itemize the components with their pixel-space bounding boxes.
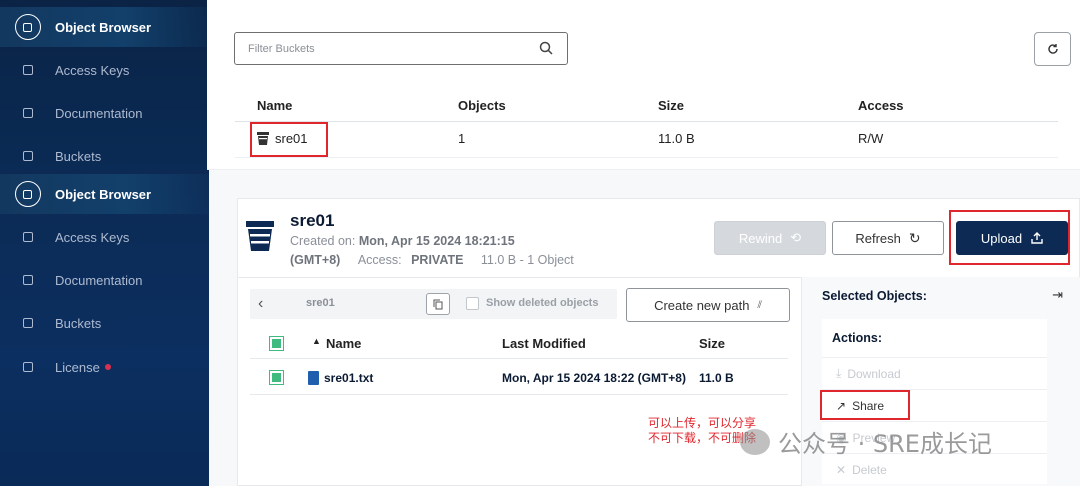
access-label: Access: (357, 253, 402, 267)
column-objects[interactable]: Objects (458, 98, 506, 113)
row-checkbox[interactable] (269, 370, 284, 385)
created-label: Created on: (290, 234, 356, 248)
buckets-icon (22, 151, 33, 161)
nav-documentation[interactable]: Documentation (0, 260, 209, 300)
copy-icon (433, 299, 443, 309)
nav-label: Buckets (55, 315, 102, 331)
created-value: Mon, Apr 15 2024 18:21:15 (358, 234, 515, 248)
column-name[interactable]: Name (326, 336, 361, 351)
license-icon (22, 362, 33, 372)
buckets-table-header: Name Objects Size Access (235, 89, 1058, 122)
column-name[interactable]: Name (257, 98, 292, 113)
bucket-icon (246, 221, 274, 251)
nav-license[interactable]: License (0, 347, 209, 387)
create-new-path-button[interactable]: Create new path ⫽ (626, 288, 790, 322)
bucket-access: R/W (858, 131, 884, 146)
bucket-objects: 1 (458, 131, 466, 146)
documentation-icon (22, 108, 33, 118)
screenshot-root: Object Browser Access Keys Documentation… (0, 0, 1080, 486)
access-keys-icon (22, 232, 33, 242)
column-access[interactable]: Access (858, 98, 904, 113)
sidebar-bottom: Object Browser Access Keys Documentation… (0, 170, 209, 486)
nav-label: Access Keys (55, 62, 130, 78)
column-size[interactable]: Size (699, 336, 725, 351)
back-arrow-icon[interactable]: ‹ (258, 295, 263, 313)
nav-access-keys[interactable]: Access Keys (0, 50, 207, 90)
delete-icon: ✕ (836, 462, 847, 477)
nav-buckets[interactable]: Buckets (0, 136, 207, 170)
object-browser-icon (14, 14, 41, 40)
wechat-icon (740, 428, 770, 455)
nav-label: Object Browser (55, 19, 152, 35)
highlight-box (820, 390, 910, 420)
column-last-modified[interactable]: Last Modified (502, 336, 586, 351)
path-segment[interactable]: sre01 (306, 297, 335, 309)
bucket-title: sre01 (290, 211, 335, 230)
bucket-size: 11.0 B (658, 131, 695, 146)
bucket-summary: 11.0 B - 1 Object (480, 253, 574, 267)
nav-label: Access Keys (55, 229, 130, 245)
selected-objects-title: Selected Objects: (822, 289, 927, 303)
objects-table-header: ▲ Name Last Modified Size (250, 329, 788, 359)
search-icon (539, 41, 553, 55)
sidebar-top: Object Browser Access Keys Documentation… (0, 0, 207, 170)
actions-title: Actions: (832, 331, 882, 345)
new-path-icon: ⫽ (757, 299, 762, 311)
collapse-panel-icon[interactable]: ⇥ (1052, 287, 1063, 303)
file-modified: Mon, Apr 15 2024 18:22 (GMT+8) (502, 371, 686, 385)
bucket-created: Created on: Mon, Apr 15 2024 18:21:15 (290, 234, 515, 248)
nav-access-keys[interactable]: Access Keys (0, 217, 209, 257)
filter-buckets-input[interactable]: Filter Buckets (234, 32, 568, 65)
buckets-table: Name Objects Size Access sre01 1 11.0 B … (235, 89, 1058, 158)
nav-buckets[interactable]: Buckets (0, 303, 209, 343)
timezone: (GMT+8) (290, 253, 341, 267)
file-name: sre01.txt (324, 371, 374, 385)
filter-placeholder: Filter Buckets (248, 42, 315, 55)
rewind-button[interactable]: Rewind ⟲ (714, 221, 826, 255)
copy-path-button[interactable] (426, 293, 450, 315)
nav-label: Buckets (55, 148, 102, 164)
column-size[interactable]: Size (658, 98, 684, 113)
table-row[interactable]: sre01 1 11.0 B R/W (235, 122, 1058, 158)
show-deleted-label: Show deleted objects (486, 297, 599, 309)
path-bar: ‹ sre01 Show deleted objects (250, 289, 617, 319)
bucket-list-panel: Filter Buckets Name Objects Size Access … (207, 0, 1080, 170)
action-label: Download (847, 366, 901, 381)
highlight-box (250, 122, 328, 157)
rewind-icon: ⟲ (790, 230, 802, 245)
file-icon (308, 371, 319, 385)
watermark-text: 公众号 · SRE成长记 (778, 430, 992, 458)
refresh-label: Refresh (855, 230, 901, 246)
nav-object-browser[interactable]: Object Browser (0, 7, 207, 47)
license-alert-dot (104, 364, 111, 370)
select-all-checkbox[interactable] (269, 336, 284, 351)
action-label: Delete (852, 462, 887, 477)
refresh-buckets-button[interactable] (1034, 32, 1071, 66)
nav-label: License (55, 359, 100, 375)
access-value: PRIVATE (411, 253, 464, 267)
table-row[interactable]: sre01.txt Mon, Apr 15 2024 18:22 (GMT+8)… (250, 360, 788, 395)
refresh-icon (1047, 44, 1058, 54)
access-keys-icon (22, 65, 33, 75)
download-icon: ⤓ (836, 366, 842, 380)
sort-asc-icon: ▲ (312, 336, 321, 346)
watermark: 公众号 · SRE成长记 (740, 424, 992, 459)
highlight-box (949, 210, 1070, 265)
nav-label: Object Browser (55, 186, 152, 202)
show-deleted-checkbox[interactable] (466, 297, 479, 310)
bucket-meta-line: (GMT+8) Access: PRIVATE 11.0 B - 1 Objec… (290, 253, 574, 267)
download-action: ⤓ Download (822, 357, 1047, 389)
object-browser-icon (14, 181, 41, 207)
rewind-label: Rewind (738, 230, 783, 246)
documentation-icon (22, 275, 33, 285)
buckets-icon (22, 318, 33, 328)
create-path-label: Create new path (654, 297, 750, 313)
nav-label: Documentation (55, 272, 143, 288)
refresh-button[interactable]: Refresh ↻ (832, 221, 944, 255)
file-size: 11.0 B (699, 371, 734, 385)
nav-label: Documentation (55, 105, 143, 121)
nav-object-browser[interactable]: Object Browser (0, 174, 209, 214)
refresh-icon: ↻ (908, 229, 921, 246)
nav-documentation[interactable]: Documentation (0, 93, 207, 133)
